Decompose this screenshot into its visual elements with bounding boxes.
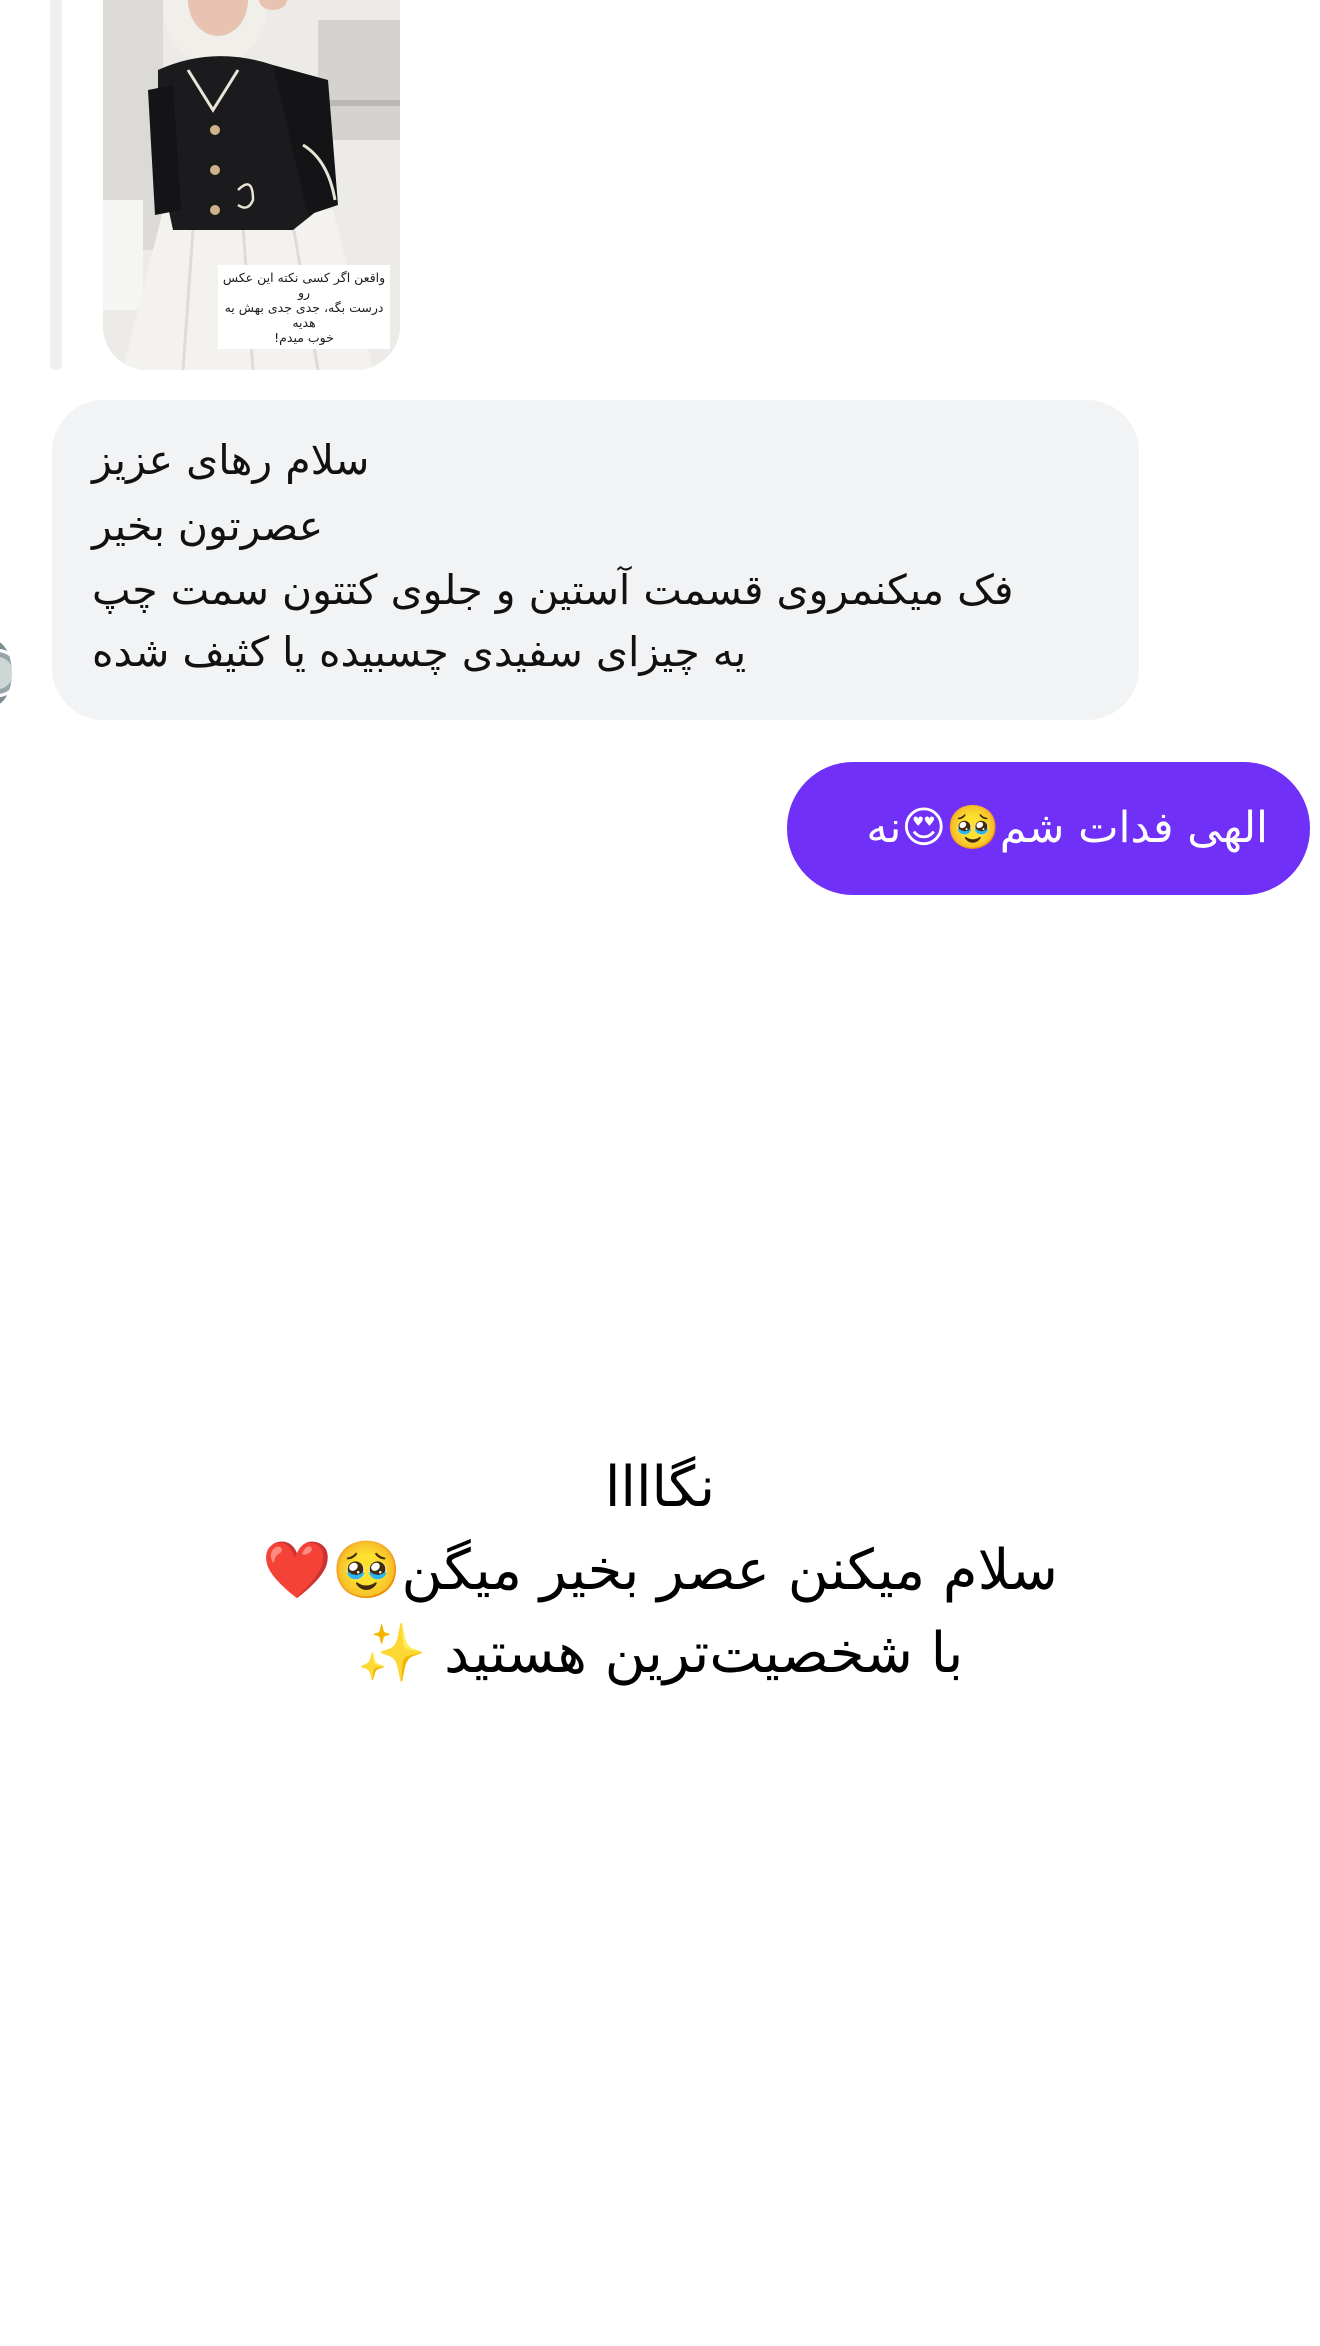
outgoing-message-text: الهی فدات شم🥹😍نه: [866, 803, 1268, 853]
story-caption-line-1: واقعن اگر کسی نکته این عکس رو: [222, 270, 386, 300]
story-caption-line-3: خوب میدم!: [274, 330, 334, 345]
reply-quote-bar: [50, 0, 62, 370]
sender-avatar[interactable]: [0, 640, 12, 706]
incoming-message-line-4: یه چیزای سفیدی چسبیده یا کثیف شده: [92, 628, 747, 676]
incoming-message-line-3: فک میکنمروی قسمت آستین و جلوی کتتون سمت …: [92, 566, 1014, 614]
incoming-message-line-2: عصرتون بخیر: [92, 502, 324, 550]
outgoing-message-bubble[interactable]: الهی فدات شم🥹😍نه: [787, 762, 1310, 895]
story-caption-line-2: درست بگه، جدی جدی بهش یه هدیه: [224, 300, 384, 330]
chat-screen: واقعن اگر کسی نکته این عکس رو درست بگه، …: [0, 0, 1320, 2346]
shared-story-image[interactable]: واقعن اگر کسی نکته این عکس رو درست بگه، …: [103, 0, 400, 370]
story-caption: واقعن اگر کسی نکته این عکس رو درست بگه، …: [218, 265, 390, 349]
overlay-caption-line-2: سلام میکنن عصر بخیر میگن🥹❤️: [262, 1538, 1058, 1603]
overlay-caption-line-3: با شخصیت‌ترین هستید ✨: [356, 1621, 964, 1686]
incoming-message-bubble[interactable]: سلام رهای عزیز عصرتون بخیر فک میکنمروی ق…: [52, 400, 1139, 720]
incoming-message-line-1: سلام رهای عزیز: [92, 436, 370, 484]
overlay-caption-line-1: نگاااا: [604, 1455, 716, 1520]
